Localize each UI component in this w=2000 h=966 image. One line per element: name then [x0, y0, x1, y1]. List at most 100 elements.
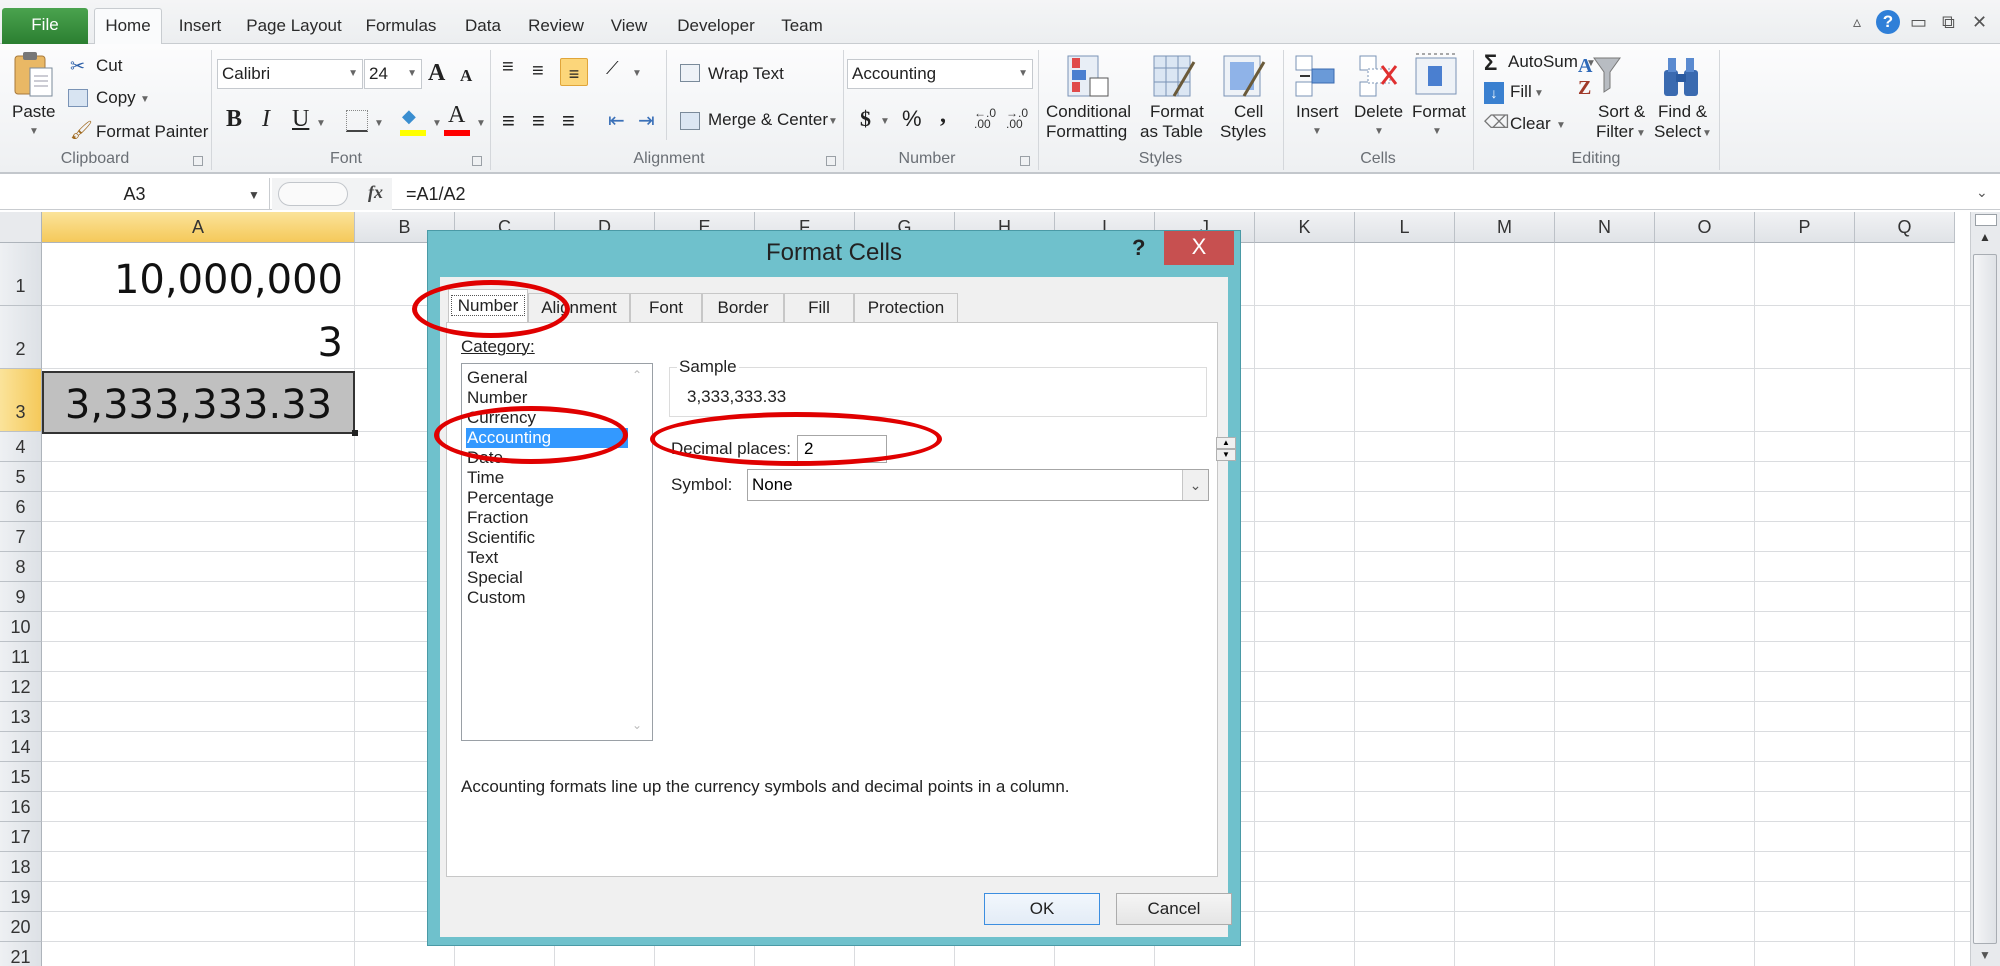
tab-insert[interactable]: Insert — [170, 10, 230, 44]
dialog-tab-fill[interactable]: Fill — [784, 293, 854, 323]
bold-button[interactable]: B — [226, 106, 242, 133]
row-header-12[interactable]: 12 — [0, 672, 42, 702]
scroll-up-icon[interactable]: ▲ — [1979, 230, 1991, 244]
category-item-time[interactable]: Time — [466, 468, 628, 488]
borders-dropdown-icon[interactable]: ▼ — [374, 118, 384, 129]
fill-dropdown-icon[interactable]: ▼ — [1534, 88, 1544, 99]
find-select-line2[interactable]: Select — [1654, 122, 1701, 142]
category-item-currency[interactable]: Currency — [466, 408, 628, 428]
row-header-19[interactable]: 19 — [0, 882, 42, 912]
row-header-1[interactable]: 1 — [0, 243, 42, 306]
cell-A3[interactable]: 3,333,333.33 — [42, 371, 355, 434]
row-header-5[interactable]: 5 — [0, 462, 42, 492]
orientation-icon[interactable]: ⟋ — [606, 58, 619, 79]
tab-home[interactable]: Home — [94, 8, 162, 44]
tab-data[interactable]: Data — [458, 10, 508, 44]
align-left-icon[interactable]: ≡ — [502, 108, 515, 134]
column-header-L[interactable]: L — [1355, 212, 1455, 243]
expand-formula-bar-icon[interactable]: ⌄ — [1976, 184, 1988, 201]
cell-styles-button[interactable]: Cell — [1234, 102, 1263, 122]
tab-view[interactable]: View — [604, 10, 654, 44]
category-item-date[interactable]: Date — [466, 448, 628, 468]
scroll-down-icon[interactable]: ▼ — [1979, 948, 1991, 962]
autosum-button[interactable]: AutoSum — [1508, 52, 1578, 72]
clear-dropdown-icon[interactable]: ▼ — [1556, 120, 1566, 131]
tab-developer[interactable]: Developer — [672, 10, 760, 44]
decimal-places-input[interactable]: 2 ▲ ▼ — [797, 435, 1236, 463]
category-listbox[interactable]: General Number Currency Accounting Date Time P… — [461, 363, 653, 741]
column-header-K[interactable]: K — [1255, 212, 1355, 243]
minimize-ribbon-icon[interactable]: ▵ — [1853, 12, 1861, 32]
underline-button[interactable]: U — [292, 106, 309, 133]
middle-align-icon[interactable]: ≡ — [532, 60, 544, 83]
spin-down-icon[interactable]: ▼ — [1216, 449, 1236, 461]
column-header-N[interactable]: N — [1555, 212, 1655, 243]
clipboard-launcher-icon[interactable] — [193, 156, 203, 166]
fill-handle[interactable] — [352, 430, 358, 436]
decimal-places-spinner[interactable]: ▲ ▼ — [1216, 437, 1236, 461]
dialog-tab-number[interactable]: Number — [448, 289, 528, 323]
sort-filter-icon[interactable]: AZ — [1576, 52, 1622, 98]
insert-function-icon[interactable]: fx — [368, 182, 383, 203]
sort-filter-dropdown-icon[interactable]: ▼ — [1636, 128, 1646, 139]
row-header-8[interactable]: 8 — [0, 552, 42, 582]
wrap-text-button[interactable]: Wrap Text — [708, 64, 784, 84]
accounting-dropdown-icon[interactable]: ▼ — [880, 116, 890, 127]
alignment-launcher-icon[interactable] — [826, 156, 836, 166]
tab-page-layout[interactable]: Page Layout — [240, 10, 348, 44]
cancel-button[interactable]: Cancel — [1116, 893, 1232, 925]
find-select-icon[interactable] — [1660, 54, 1702, 98]
cut-button[interactable]: Cut — [96, 56, 122, 76]
format-as-table-icon[interactable] — [1152, 54, 1196, 98]
format-painter-button[interactable]: Format Painter — [96, 122, 208, 142]
conditional-formatting-button[interactable]: Conditional — [1046, 102, 1131, 122]
decrease-decimal-button[interactable]: →.0.00 — [1006, 107, 1028, 130]
font-color-button[interactable]: A — [448, 102, 465, 129]
restore-icon[interactable]: ⧉ — [1942, 12, 1955, 33]
dialog-tab-border[interactable]: Border — [702, 293, 784, 323]
category-item-scientific[interactable]: Scientific — [466, 528, 628, 548]
font-color-dropdown-icon[interactable]: ▼ — [476, 118, 486, 129]
conditional-formatting-line2[interactable]: Formatting — [1046, 122, 1127, 142]
insert-button[interactable]: Insert — [1296, 102, 1339, 122]
number-format-combo[interactable]: Accounting ▼ — [847, 59, 1033, 89]
row-header-4[interactable]: 4 — [0, 432, 42, 462]
underline-dropdown-icon[interactable]: ▼ — [316, 118, 326, 129]
dialog-tab-font[interactable]: Font — [630, 293, 702, 323]
font-size-combo[interactable]: 24 ▼ — [364, 59, 422, 89]
row-header-2[interactable]: 2 — [0, 306, 42, 369]
column-header-Q[interactable]: Q — [1855, 212, 1955, 243]
sort-filter-button[interactable]: Sort & — [1598, 102, 1645, 122]
row-header-10[interactable]: 10 — [0, 612, 42, 642]
dialog-help-icon[interactable]: ? — [1132, 235, 1145, 261]
column-header-O[interactable]: O — [1655, 212, 1755, 243]
tab-file[interactable]: File — [2, 8, 88, 44]
name-box-dropdown-icon[interactable]: ▼ — [248, 188, 260, 202]
list-scroll-up-icon[interactable]: ⌃ — [632, 368, 642, 382]
bottom-align-icon[interactable]: ≡ — [560, 58, 588, 86]
help-icon[interactable]: ? — [1876, 10, 1900, 34]
format-cells-icon[interactable] — [1414, 52, 1458, 98]
increase-decimal-button[interactable]: ←.0.00 — [974, 107, 996, 130]
category-item-special[interactable]: Special — [466, 568, 628, 588]
increase-indent-icon[interactable]: ⇥ — [638, 108, 655, 133]
category-item-accounting[interactable]: Accounting — [466, 428, 628, 448]
conditional-formatting-icon[interactable] — [1066, 54, 1110, 98]
category-item-number[interactable]: Number — [466, 388, 628, 408]
find-select-dropdown-icon[interactable]: ▼ — [1702, 128, 1712, 139]
sort-filter-line2[interactable]: Filter — [1596, 122, 1634, 142]
ok-button[interactable]: OK — [984, 893, 1100, 925]
row-header-14[interactable]: 14 — [0, 732, 42, 762]
shrink-font-button[interactable]: A — [460, 66, 472, 86]
name-box[interactable]: A3 — [0, 178, 270, 210]
clear-button[interactable]: Clear — [1510, 114, 1551, 134]
formula-input[interactable]: =A1/A2 — [406, 178, 466, 210]
cell-A2[interactable]: 3 — [42, 308, 355, 371]
format-dropdown-icon[interactable]: ▼ — [1432, 126, 1442, 137]
select-all-button[interactable] — [0, 212, 42, 243]
format-button[interactable]: Format — [1412, 102, 1466, 122]
category-item-fraction[interactable]: Fraction — [466, 508, 628, 528]
cell-A1[interactable]: 10,000,000 — [42, 245, 355, 308]
borders-icon[interactable] — [346, 110, 368, 132]
column-header-M[interactable]: M — [1455, 212, 1555, 243]
